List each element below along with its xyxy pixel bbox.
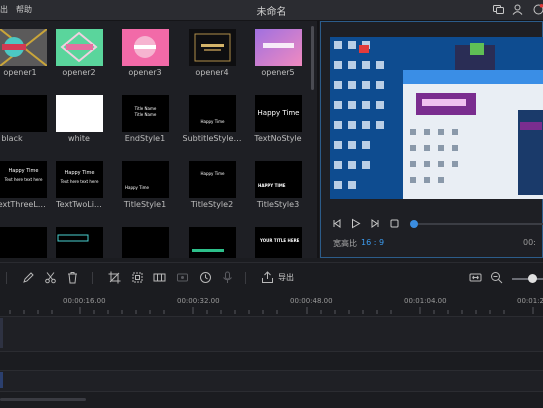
- zoom-slider-handle[interactable]: [528, 274, 537, 283]
- thumb-titlestyle3-text: HAPPY TIME: [258, 183, 286, 188]
- thumb-row4-1[interactable]: [0, 227, 47, 258]
- prev-frame-icon[interactable]: [332, 218, 343, 229]
- ruler-tick-label: 00:01:04.00: [404, 297, 447, 305]
- video-track[interactable]: [0, 316, 543, 352]
- user-icon[interactable]: [512, 4, 523, 15]
- thumb-opener4[interactable]: [189, 29, 236, 66]
- thumb-titlestyle1[interactable]: Happy Time: [122, 161, 169, 198]
- preview-screen: [330, 37, 543, 199]
- thumb-opener5[interactable]: [255, 29, 302, 66]
- thumb-titlestyle3[interactable]: HAPPY TIME: [255, 161, 302, 198]
- thumb-opener1[interactable]: [0, 29, 47, 66]
- thumb-texttwolines-title: Happy Time: [64, 170, 95, 176]
- caption-texttwolines: TextTwoLi…: [56, 200, 102, 209]
- thumb-row4-4[interactable]: [189, 227, 236, 258]
- feedback-icon[interactable]: [493, 4, 504, 15]
- caption-titlestyle1: TitleStyle1: [123, 200, 167, 209]
- preview-timecode: 00:: [523, 238, 536, 247]
- thumb-endstyle1-line2: Title Name: [134, 112, 157, 117]
- thumb-endstyle1-line1: Title Name: [134, 106, 157, 111]
- delete-trash-icon[interactable]: [66, 271, 79, 284]
- thumb-row4-5[interactable]: YOUR TITLE HERE: [255, 227, 302, 258]
- thumb-textthreelines[interactable]: Happy Time Text here text here: [0, 161, 47, 198]
- ruler-tick-label: 00:01:20: [517, 297, 543, 305]
- caption-black: black: [1, 134, 23, 143]
- seek-handle[interactable]: [410, 220, 418, 228]
- toolbar-separator: [92, 272, 93, 284]
- zoom-out-icon[interactable]: [490, 271, 503, 284]
- thumb-endstyle1[interactable]: Title Name Title Name: [122, 95, 169, 132]
- seek-bar[interactable]: [412, 223, 543, 225]
- thumb-subtitlestyle-text: Happy Time: [200, 119, 225, 124]
- crop-icon[interactable]: [108, 271, 121, 284]
- thumb-texttwolines-body: Text here text here: [60, 179, 99, 184]
- edit-pencil-icon[interactable]: [22, 271, 35, 284]
- voiceover-mic-icon[interactable]: [221, 271, 234, 284]
- thumb-titlestyle1-text: Happy Time: [125, 185, 149, 190]
- duration-clock-icon[interactable]: [199, 271, 212, 284]
- split-scissors-icon[interactable]: [44, 271, 57, 284]
- thumb-row4-5-text: YOUR TITLE HERE: [260, 238, 300, 243]
- audio-track[interactable]: [0, 370, 543, 392]
- thumb-textnostyle[interactable]: Happy Time: [255, 95, 302, 132]
- thumb-black[interactable]: [0, 95, 47, 132]
- thumb-opener3[interactable]: [122, 29, 169, 66]
- thumb-white[interactable]: [56, 95, 103, 132]
- aspect-ratio-value[interactable]: 16 : 9: [361, 238, 384, 247]
- thumb-titlestyle2[interactable]: Happy Time: [189, 161, 236, 198]
- thumb-textthreelines-body: Text here text here: [4, 177, 43, 182]
- video-clip[interactable]: [0, 318, 3, 348]
- window-title: 未命名: [256, 7, 287, 18]
- timeline-scrollbar[interactable]: [0, 398, 86, 401]
- caption-subtitlestyle: SubtitleStyle…: [182, 134, 242, 143]
- play-icon[interactable]: [350, 218, 361, 229]
- caption-opener4: opener4: [195, 68, 229, 77]
- aspect-ratio-label: 宽高比: [333, 239, 357, 248]
- thumb-titlestyle2-text: Happy Time: [200, 171, 225, 176]
- toolbar-separator: [245, 272, 246, 284]
- zoom-frame-icon[interactable]: [131, 271, 144, 284]
- caption-white: white: [68, 134, 90, 143]
- thumb-textthreelines-title: Happy Time: [8, 168, 39, 174]
- caption-opener2: opener2: [62, 68, 96, 77]
- caption-endstyle1: EndStyle1: [124, 134, 166, 143]
- panel-divider[interactable]: [317, 21, 319, 258]
- caption-opener3: opener3: [128, 68, 162, 77]
- thumb-row4-3[interactable]: [122, 227, 169, 258]
- mosaic-icon[interactable]: [153, 271, 166, 284]
- library-scrollbar[interactable]: [311, 26, 314, 90]
- audio-clip[interactable]: [0, 372, 3, 388]
- stop-icon[interactable]: [389, 218, 400, 229]
- thumb-row4-2[interactable]: [56, 227, 103, 258]
- export-icon[interactable]: [261, 271, 274, 284]
- caption-titlestyle2: TitleStyle2: [190, 200, 234, 209]
- thumb-textnostyle-text: Happy Time: [257, 109, 300, 117]
- ruler-tick-label: 00:00:16.00: [63, 297, 106, 305]
- caption-titlestyle3: TitleStyle3: [256, 200, 300, 209]
- ruler-tick-label: 00:00:32.00: [177, 297, 220, 305]
- thumb-subtitlestyle[interactable]: Happy Time: [189, 95, 236, 132]
- fit-timeline-icon[interactable]: [469, 271, 482, 284]
- toolbar-separator: [6, 272, 7, 284]
- export-button-label[interactable]: 导出: [278, 272, 294, 283]
- next-frame-icon[interactable]: [369, 218, 380, 229]
- settings-icon[interactable]: [533, 4, 543, 15]
- thumb-texttwolines[interactable]: Happy Time Text here text here: [56, 161, 103, 198]
- caption-opener5: opener5: [261, 68, 295, 77]
- ruler-ticks: [9, 307, 534, 314]
- thumb-opener2[interactable]: [56, 29, 103, 66]
- freeze-frame-icon[interactable]: [176, 271, 189, 284]
- caption-textnostyle: TextNoStyle: [254, 134, 302, 143]
- ruler-tick-label: 00:00:48.00: [290, 297, 333, 305]
